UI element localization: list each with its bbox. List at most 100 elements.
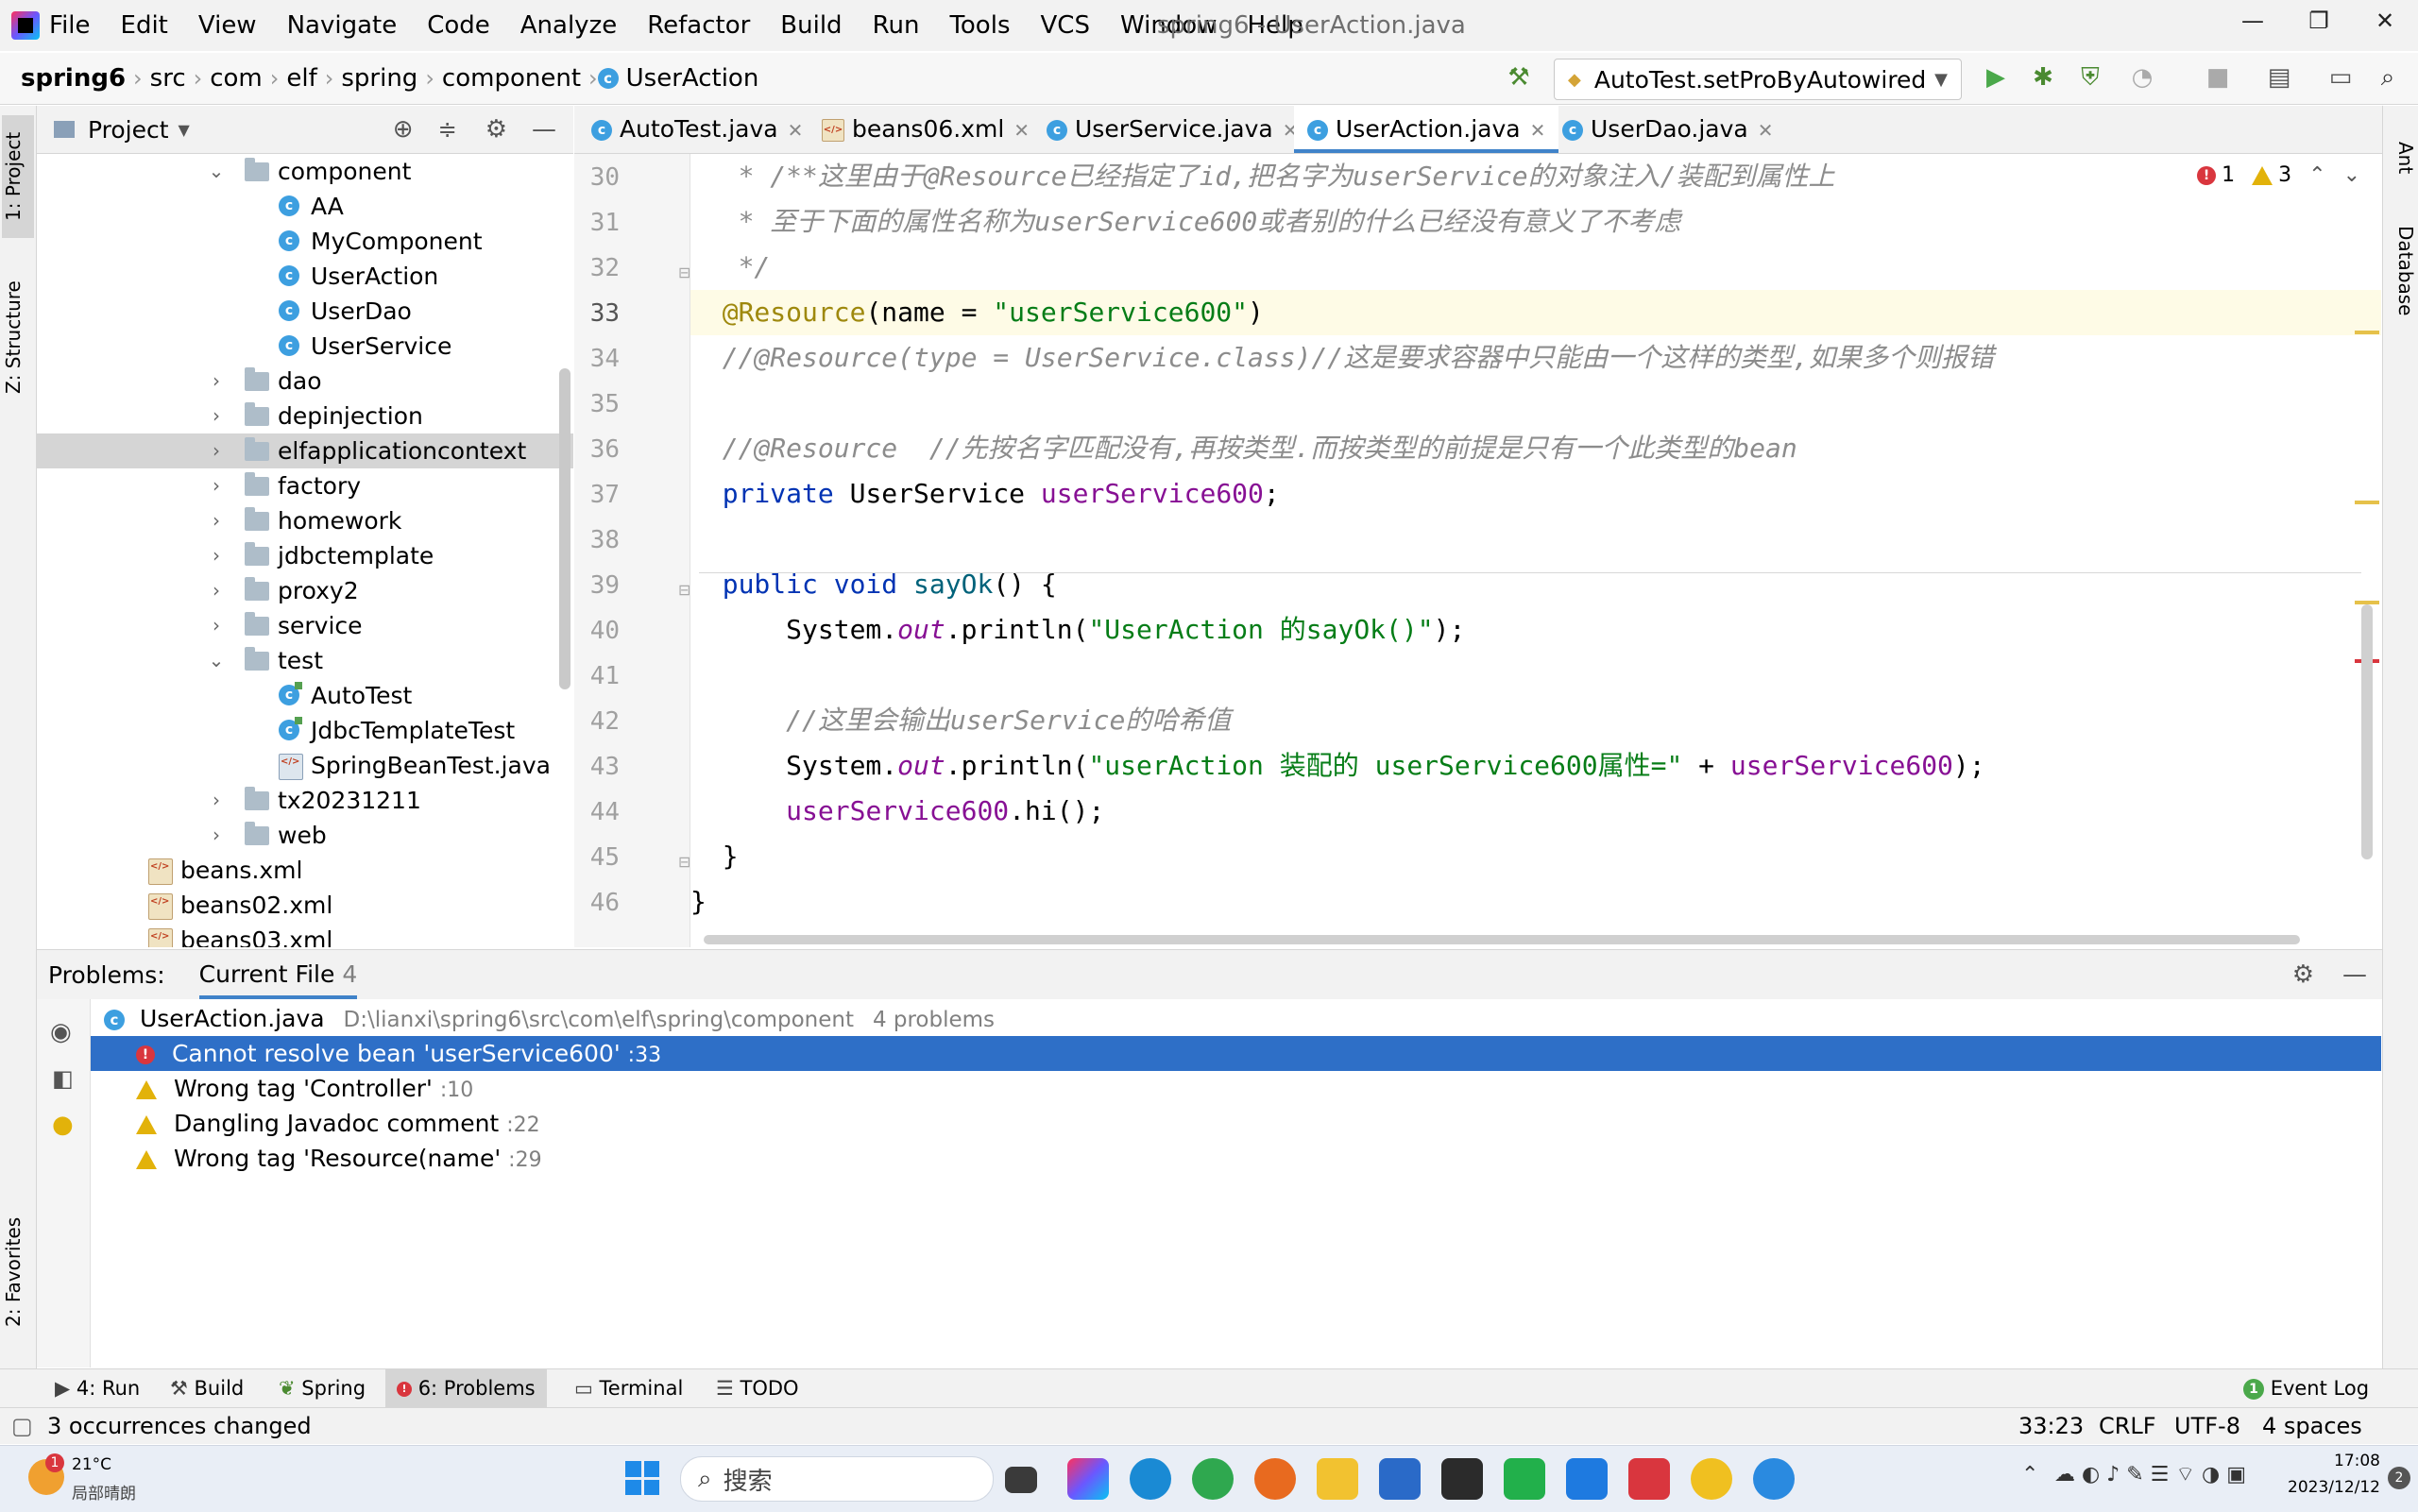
tray-icons[interactable]: ☁ ◐ ♪ ✎ ☰ ⌔ ◑ ▣: [2054, 1461, 2246, 1487]
fold-icon[interactable]: ⊟: [678, 853, 690, 871]
indent-setting[interactable]: 4 spaces: [2262, 1408, 2362, 1444]
tree-item-aa[interactable]: c AA: [37, 189, 573, 224]
warning-marker[interactable]: [2355, 331, 2379, 334]
menu-run[interactable]: Run: [858, 0, 935, 51]
recorder-icon[interactable]: [1628, 1458, 1670, 1500]
run-configuration-select[interactable]: ◆ AutoTest.setProByAutowired ▼: [1554, 59, 1962, 100]
chrome-icon[interactable]: [1691, 1458, 1732, 1500]
breadcrumb-useraction[interactable]: UserAction: [619, 64, 767, 93]
tab-beans06-xml[interactable]: </> beans06.xml ✕: [822, 106, 1030, 153]
caret-position[interactable]: 33:23: [2018, 1408, 2084, 1444]
tree-item-beans03-xml[interactable]: beans03.xml: [37, 919, 573, 947]
wechat-icon[interactable]: [1504, 1458, 1545, 1500]
minimize-button[interactable]: —: [2220, 0, 2286, 42]
problem-item[interactable]: Wrong tag 'Resource(name' :29: [91, 1141, 2381, 1176]
breadcrumb-project[interactable]: spring6: [0, 64, 133, 93]
build-hammer-icon[interactable]: ⚒: [1502, 60, 1536, 94]
close-tab-icon[interactable]: ✕: [1758, 119, 1774, 142]
chevron-down-icon[interactable]: ⌄: [2343, 163, 2360, 187]
menu-vcs[interactable]: VCS: [1026, 0, 1105, 51]
todo-tool-button[interactable]: ☰ TODO: [716, 1369, 799, 1407]
problem-file-row[interactable]: c UserAction.java D:\lianxi\spring6\src\…: [91, 1001, 2381, 1036]
eye-icon[interactable]: ◉: [50, 1018, 72, 1046]
menu-edit[interactable]: Edit: [106, 0, 183, 51]
tab-useraction[interactable]: c UserAction.java ✕: [1294, 106, 1559, 153]
inspection-widget[interactable]: ! 1 3 ⌃ ⌄: [2197, 163, 2360, 187]
structure-tool-tab[interactable]: Z: Structure: [2, 266, 34, 408]
intellij-taskbar-icon[interactable]: [1067, 1458, 1109, 1500]
project-tree-scrollbar[interactable]: [559, 368, 570, 689]
event-log-button[interactable]: 1 Event Log: [2243, 1369, 2369, 1407]
preview-icon[interactable]: ◧: [52, 1065, 74, 1092]
tree-folder-depinjection[interactable]: › depinjection: [37, 399, 573, 433]
file-explorer-icon[interactable]: [1317, 1458, 1358, 1500]
problems-tool-button[interactable]: ! 6: Problems: [385, 1369, 547, 1407]
tree-item-userdao[interactable]: c UserDao: [37, 294, 573, 329]
chevron-down-icon[interactable]: ▼: [179, 121, 190, 139]
run-tool-button[interactable]: ▶ 4: Run: [55, 1369, 140, 1407]
tree-item-beans02-xml[interactable]: beans02.xml: [37, 884, 573, 923]
file-encoding[interactable]: UTF-8: [2174, 1408, 2240, 1444]
restore-button[interactable]: ❐: [2286, 0, 2352, 42]
tree-folder-service[interactable]: › service: [37, 608, 573, 643]
terminal-tool-button[interactable]: ▭ Terminal: [574, 1369, 683, 1407]
tab-userservice[interactable]: c UserService.java ✕: [1047, 106, 1298, 153]
notification-badge[interactable]: 2: [2388, 1467, 2410, 1489]
search-icon[interactable]: ⌕: [2371, 60, 2405, 94]
tree-folder-elfapplicationcontext[interactable]: › elfapplicationcontext: [37, 433, 573, 468]
favorites-tool-tab[interactable]: 2: Favorites: [2, 1201, 34, 1343]
database-tool-tab[interactable]: Database: [2385, 210, 2417, 332]
debug-icon[interactable]: ✱: [2026, 60, 2060, 94]
clock-time[interactable]: 17:08: [2305, 1452, 2380, 1470]
project-tool-tab[interactable]: 1: Project: [2, 115, 34, 238]
close-button[interactable]: ✕: [2352, 0, 2418, 42]
edge-icon[interactable]: [1192, 1458, 1234, 1500]
collapse-all-icon[interactable]: ≑: [438, 116, 457, 143]
edge-dev-icon[interactable]: [1130, 1458, 1171, 1500]
tree-folder-factory[interactable]: › factory: [37, 468, 573, 503]
tree-folder-jdbctemplate[interactable]: › jdbctemplate: [37, 538, 573, 573]
tree-folder-tx20231211[interactable]: › tx20231211: [37, 783, 573, 818]
tree-item-userservice[interactable]: c UserService: [37, 329, 573, 364]
stop-icon[interactable]: ■: [2201, 60, 2235, 94]
status-toggle-icon[interactable]: ▢: [11, 1408, 33, 1444]
tree-folder-proxy2[interactable]: › proxy2: [37, 573, 573, 608]
settings-gear-icon[interactable]: ⚙: [2292, 960, 2314, 989]
tree-folder-web[interactable]: › web: [37, 818, 573, 853]
warning-marker[interactable]: [2355, 501, 2379, 504]
tree-folder-component[interactable]: ⌄ component: [37, 154, 573, 189]
lightbulb-icon[interactable]: ●: [52, 1111, 74, 1139]
store-icon[interactable]: [1379, 1458, 1421, 1500]
app-icon[interactable]: [1753, 1458, 1795, 1500]
problem-item[interactable]: Wrong tag 'Controller' :10: [91, 1071, 2381, 1106]
spring-tool-button[interactable]: ❦ Spring: [279, 1369, 366, 1407]
tree-item-jdbctemplatetest[interactable]: c JdbcTemplateTest: [37, 713, 573, 748]
tree-folder-test[interactable]: ⌄ test: [37, 643, 573, 678]
fold-icon[interactable]: ⊟: [678, 263, 690, 281]
breadcrumb-spring[interactable]: spring: [333, 64, 425, 93]
feishu-icon[interactable]: [1566, 1458, 1608, 1500]
menu-refactor[interactable]: Refactor: [632, 0, 765, 51]
close-tab-icon[interactable]: ✕: [1530, 119, 1546, 142]
problem-item[interactable]: ! Cannot resolve bean 'userService600' :…: [91, 1036, 2381, 1071]
chevron-up-icon[interactable]: ⌃: [2308, 163, 2325, 187]
tree-item-useraction[interactable]: c UserAction: [37, 259, 573, 294]
tree-item-mycomponent[interactable]: c MyComponent: [37, 224, 573, 259]
menu-file[interactable]: File: [40, 0, 106, 51]
menu-build[interactable]: Build: [765, 0, 857, 51]
coverage-icon[interactable]: ⛨: [2073, 60, 2107, 94]
tree-folder-dao[interactable]: › dao: [37, 364, 573, 399]
editor-horizontal-scrollbar[interactable]: [704, 935, 2300, 944]
menu-tools[interactable]: Tools: [934, 0, 1025, 51]
hide-panel-icon[interactable]: —: [2342, 960, 2367, 989]
locate-file-icon[interactable]: ⊕: [393, 115, 414, 144]
terminal-toolbar-icon[interactable]: ▭: [2324, 60, 2358, 94]
code-editor[interactable]: * /**这里由于@Resource已经指定了id,把名字为userServic…: [690, 154, 2381, 947]
tab-current-file[interactable]: Current File 4: [198, 950, 358, 999]
task-view-icon[interactable]: [1005, 1467, 1037, 1493]
tab-autotest[interactable]: c AutoTest.java ✕: [591, 106, 803, 153]
close-tab-icon[interactable]: ✕: [788, 119, 804, 142]
tree-folder-homework[interactable]: › homework: [37, 503, 573, 538]
ant-tool-tab[interactable]: Ant: [2385, 115, 2417, 200]
run-icon[interactable]: ▶: [1979, 60, 2013, 94]
